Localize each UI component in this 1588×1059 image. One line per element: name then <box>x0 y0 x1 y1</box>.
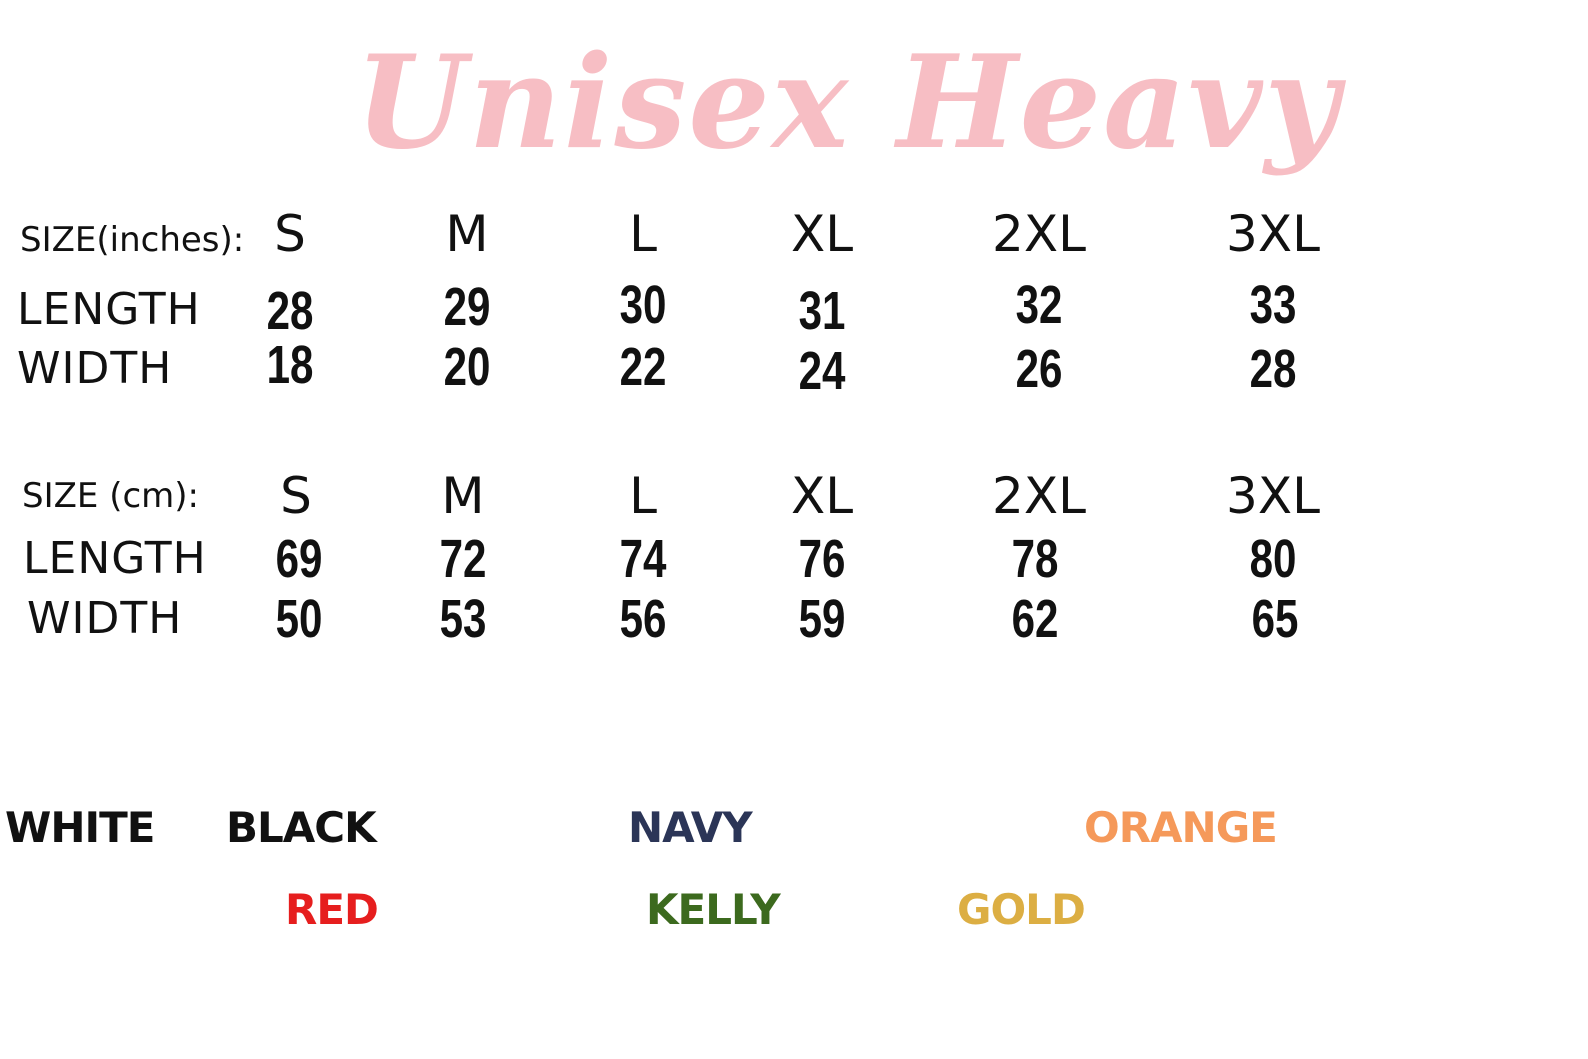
size-cm-l: L <box>629 467 657 525</box>
width-inches-xl: 24 <box>798 341 846 401</box>
color-kelly: KELLY <box>646 885 781 934</box>
width-inches-m: 20 <box>443 337 491 397</box>
size-cm-s: S <box>280 467 312 525</box>
length-cm-xl: 76 <box>798 529 846 589</box>
size-inches-2xl: 2XL <box>992 205 1086 263</box>
length-cm-3xl: 80 <box>1249 529 1297 589</box>
width-inches-2xl: 26 <box>1015 339 1063 399</box>
color-navy: NAVY <box>628 803 753 852</box>
length-inches-3xl: 33 <box>1249 275 1297 335</box>
length-cm-label: LENGTH <box>23 533 207 584</box>
width-cm-3xl: 65 <box>1251 589 1299 649</box>
size-cm-xl: XL <box>790 467 854 525</box>
size-cm-label: SIZE (cm): <box>22 476 199 516</box>
width-inches-3xl: 28 <box>1249 339 1297 399</box>
size-cm-3xl: 3XL <box>1226 467 1320 525</box>
color-gold: GOLD <box>957 885 1086 934</box>
width-cm-s: 50 <box>275 589 323 649</box>
length-cm-l: 74 <box>619 529 667 589</box>
width-cm-label: WIDTH <box>27 593 183 644</box>
size-inches-s: S <box>274 205 306 263</box>
width-cm-xl: 59 <box>798 589 846 649</box>
length-inches-2xl: 32 <box>1015 275 1063 335</box>
length-cm-2xl: 78 <box>1011 529 1059 589</box>
length-cm-s: 69 <box>275 529 323 589</box>
length-inches-m: 29 <box>443 277 491 337</box>
length-inches-label: LENGTH <box>17 284 201 335</box>
size-cm-2xl: 2XL <box>992 467 1086 525</box>
length-cm-m: 72 <box>439 529 487 589</box>
width-cm-m: 53 <box>439 589 487 649</box>
color-orange: ORANGE <box>1084 803 1278 852</box>
size-cm-m: M <box>441 467 485 525</box>
length-inches-l: 30 <box>619 275 667 335</box>
width-cm-2xl: 62 <box>1011 589 1059 649</box>
size-inches-m: M <box>445 205 489 263</box>
size-inches-3xl: 3XL <box>1226 205 1320 263</box>
size-inches-xl: XL <box>790 205 854 263</box>
page-title: Unisex Heavy <box>355 28 1341 178</box>
width-inches-l: 22 <box>619 337 667 397</box>
width-inches-label: WIDTH <box>17 343 173 394</box>
length-inches-s: 28 <box>266 281 314 341</box>
size-inches-label: SIZE(inches): <box>20 220 245 260</box>
width-cm-l: 56 <box>619 589 667 649</box>
width-inches-s: 18 <box>266 335 314 395</box>
length-inches-xl: 31 <box>798 281 846 341</box>
color-red: RED <box>285 885 379 934</box>
color-black: BLACK <box>226 803 377 852</box>
color-white: WHITE <box>5 803 155 852</box>
size-inches-l: L <box>629 205 657 263</box>
